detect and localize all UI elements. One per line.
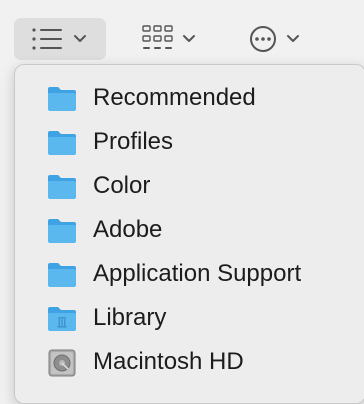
- library-folder-icon: [48, 307, 76, 331]
- icon-view-button[interactable]: [140, 18, 210, 60]
- menu-item-profiles[interactable]: Profiles: [15, 120, 364, 164]
- menu-item-color[interactable]: Color: [15, 164, 364, 208]
- grid-view-icon: [142, 25, 173, 49]
- menu-item-label: Recommended: [93, 84, 256, 111]
- folder-icon: [48, 263, 76, 287]
- menu-item-recommended[interactable]: Recommended: [15, 76, 364, 120]
- menu-item-label: Library: [93, 304, 167, 331]
- menu-item-application-support[interactable]: Application Support: [15, 252, 364, 296]
- hard-drive-icon: [48, 349, 76, 377]
- folder-icon: [48, 175, 76, 199]
- list-view-button[interactable]: [14, 18, 106, 60]
- path-popup-menu: Recommended Profiles Color Adobe Applica…: [14, 64, 364, 404]
- chevron-down-icon: [74, 35, 86, 42]
- ellipsis-circle-icon: [250, 26, 276, 52]
- menu-item-library[interactable]: Library: [15, 296, 364, 340]
- chevron-down-icon: [183, 35, 195, 42]
- toolbar: [0, 0, 364, 64]
- menu-item-label: Application Support: [93, 260, 302, 287]
- menu-item-label: Adobe: [93, 216, 163, 243]
- folder-icon: [48, 131, 76, 155]
- menu-item-adobe[interactable]: Adobe: [15, 208, 364, 252]
- more-button[interactable]: [246, 18, 316, 60]
- menu-item-label: Macintosh HD: [93, 348, 244, 375]
- folder-icon: [48, 87, 76, 111]
- menu-item-label: Color: [93, 172, 151, 199]
- menu-item-label: Profiles: [93, 128, 174, 155]
- chevron-down-icon: [287, 35, 299, 42]
- menu-item-macintosh-hd[interactable]: Macintosh HD: [15, 340, 364, 384]
- folder-icon: [48, 219, 76, 243]
- list-view-icon: [32, 28, 62, 50]
